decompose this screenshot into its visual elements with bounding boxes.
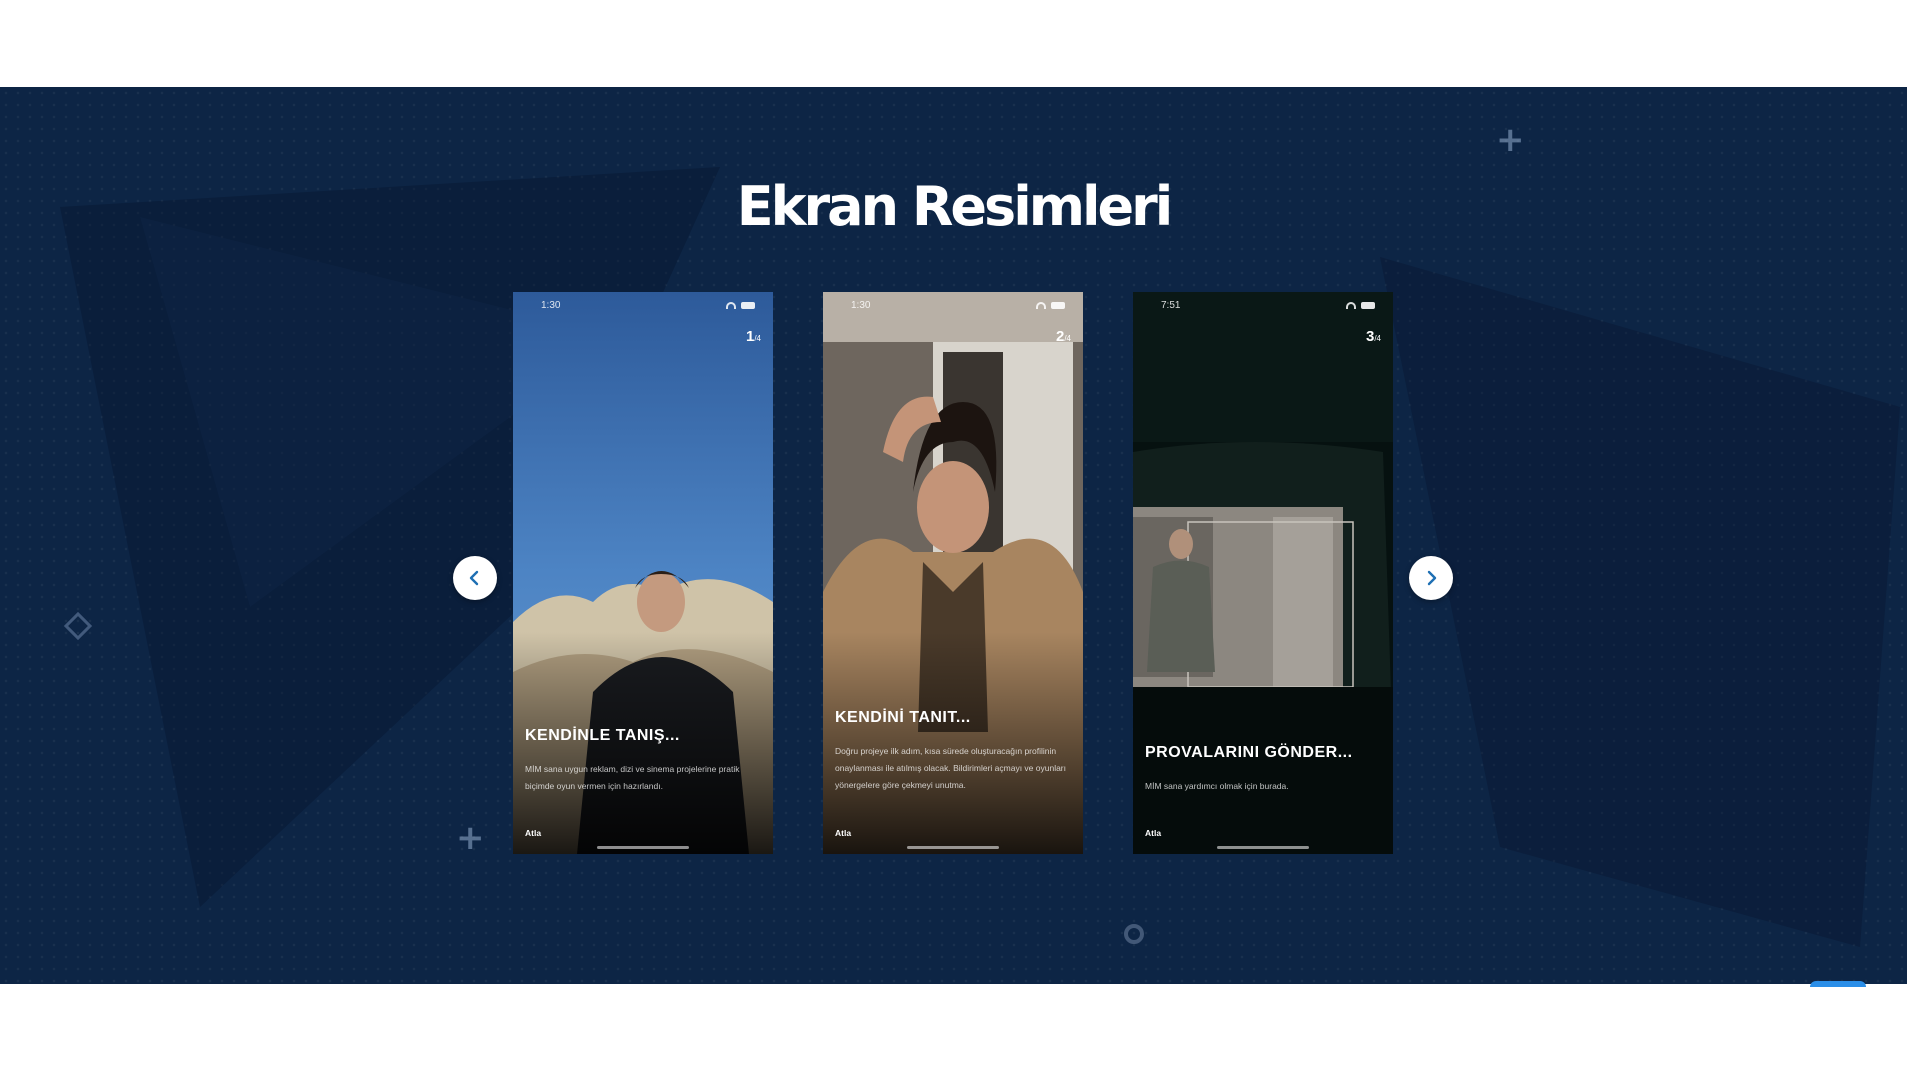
plus-decoration-icon: + bbox=[1496, 120, 1525, 160]
status-bar: 1:30 bbox=[541, 300, 755, 314]
slide-pager: 3/4 bbox=[1365, 328, 1381, 345]
wifi-icon bbox=[1036, 302, 1046, 309]
carousel-next-button[interactable] bbox=[1409, 556, 1453, 600]
wifi-icon bbox=[726, 302, 736, 309]
status-time: 1:30 bbox=[851, 300, 871, 311]
skip-link[interactable]: Atla bbox=[525, 828, 541, 838]
ring-decoration-icon bbox=[1124, 924, 1144, 944]
wifi-icon bbox=[1346, 302, 1356, 309]
carousel-prev-button[interactable] bbox=[453, 556, 497, 600]
skip-link[interactable]: Atla bbox=[835, 828, 851, 838]
status-bar: 1:30 bbox=[851, 300, 1065, 314]
slide-heading: PROVALARINI GÖNDER... bbox=[1145, 744, 1353, 761]
battery-icon bbox=[741, 302, 755, 309]
status-time: 7:51 bbox=[1161, 300, 1181, 311]
slide-description: MİM sana uygun reklam, dizi ve sinema pr… bbox=[525, 764, 740, 791]
battery-icon bbox=[1361, 302, 1375, 309]
section-title: Ekran Resimleri bbox=[736, 175, 1174, 238]
status-time: 1:30 bbox=[541, 300, 561, 311]
slide-description: Doğru projeye ilk adım, kısa sürede oluş… bbox=[835, 746, 1067, 790]
screenshots-section: + + Ekran Resimleri 1:30 1/4 KENDİNLE TA… bbox=[0, 87, 1907, 984]
slide-description: MİM sana yardımcı olmak için burada. bbox=[1145, 781, 1289, 791]
back-to-top-tab[interactable] bbox=[1810, 981, 1866, 987]
home-indicator bbox=[1217, 846, 1309, 849]
slide-pager: 2/4 bbox=[1055, 328, 1071, 345]
home-indicator bbox=[907, 846, 999, 849]
slide-heading: KENDİNLE TANIŞ... bbox=[525, 727, 680, 744]
slide-pager: 1/4 bbox=[745, 328, 761, 345]
chevron-left-icon bbox=[469, 570, 479, 586]
status-bar: 7:51 bbox=[1161, 300, 1375, 314]
screenshot-slide-3[interactable]: 7:51 3/4 PROVALARINI GÖNDER... MİM sana … bbox=[1133, 292, 1393, 854]
screenshot-slide-1[interactable]: 1:30 1/4 KENDİNLE TANIŞ... MİM sana uygu… bbox=[513, 292, 773, 854]
skip-link[interactable]: Atla bbox=[1145, 828, 1161, 838]
home-indicator bbox=[597, 846, 689, 849]
plus-decoration-icon: + bbox=[456, 818, 485, 858]
slide-3-photo bbox=[1133, 292, 1393, 854]
battery-icon bbox=[1051, 302, 1065, 309]
slide-heading: KENDİNİ TANIT... bbox=[835, 709, 971, 726]
screenshot-slide-2[interactable]: 1:30 2/4 KENDİNİ TANIT... Doğru projeye … bbox=[823, 292, 1083, 854]
chevron-right-icon bbox=[1427, 570, 1437, 586]
